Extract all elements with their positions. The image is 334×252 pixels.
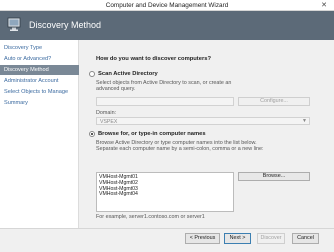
domain-select[interactable]: VSPEX ▼ — [96, 117, 310, 125]
domain-label: Domain: — [96, 110, 117, 116]
cancel-button[interactable]: Cancel — [292, 233, 319, 244]
discover-button[interactable]: Discover — [257, 233, 285, 244]
nav-item-discovery-type[interactable]: Discovery Type — [0, 43, 79, 53]
computer-name-item: VMHost-Mgmt04 — [99, 191, 138, 198]
previous-button[interactable]: < Previous — [185, 233, 220, 244]
computer-monitor-icon — [7, 17, 21, 31]
next-button[interactable]: Next > — [224, 233, 251, 244]
nav-item-discovery-method[interactable]: Discovery Method — [0, 65, 79, 75]
wizard-header: Discovery Method — [0, 11, 334, 40]
scan-ad-radio[interactable] — [89, 71, 95, 77]
close-icon[interactable]: ✕ — [317, 1, 331, 10]
browse-radio[interactable] — [89, 131, 95, 137]
browse-label[interactable]: Browse for, or type-in computer names — [98, 131, 206, 137]
example-text: For example, server1.contoso.com or serv… — [96, 214, 205, 220]
computer-names-list[interactable]: VMHost-Mgmt01 VMHost-Mgmt02 VMHost-Mgmt0… — [96, 172, 234, 212]
nav-item-summary[interactable]: Summary — [0, 98, 79, 108]
scan-ad-description: Select objects from Active Directory to … — [96, 80, 232, 93]
domain-value: VSPEX — [100, 119, 118, 125]
browse-description: Browse Active Directory or type computer… — [96, 140, 264, 153]
browse-button[interactable]: Browse... — [238, 172, 310, 181]
wizard-steps-nav: Discovery Type Auto or Advanced? Discove… — [0, 40, 79, 228]
computer-names: VMHost-Mgmt01 VMHost-Mgmt02 VMHost-Mgmt0… — [99, 174, 138, 198]
nav-item-administrator-account[interactable]: Administrator Account — [0, 76, 79, 86]
configure-button[interactable]: Configure... — [238, 97, 310, 106]
title-bar: Computer and Device Management Wizard ✕ — [0, 0, 334, 11]
window-title: Computer and Device Management Wizard — [105, 2, 229, 9]
ad-query-field — [96, 97, 234, 106]
page-title: Discovery Method — [29, 20, 102, 30]
chevron-down-icon: ▼ — [302, 118, 307, 124]
nav-item-select-objects[interactable]: Select Objects to Manage — [0, 87, 79, 97]
discovery-question: How do you want to discover computers? — [96, 56, 211, 62]
nav-item-auto-or-advanced[interactable]: Auto or Advanced? — [0, 54, 79, 64]
scan-ad-label[interactable]: Scan Active Directory — [98, 71, 158, 77]
